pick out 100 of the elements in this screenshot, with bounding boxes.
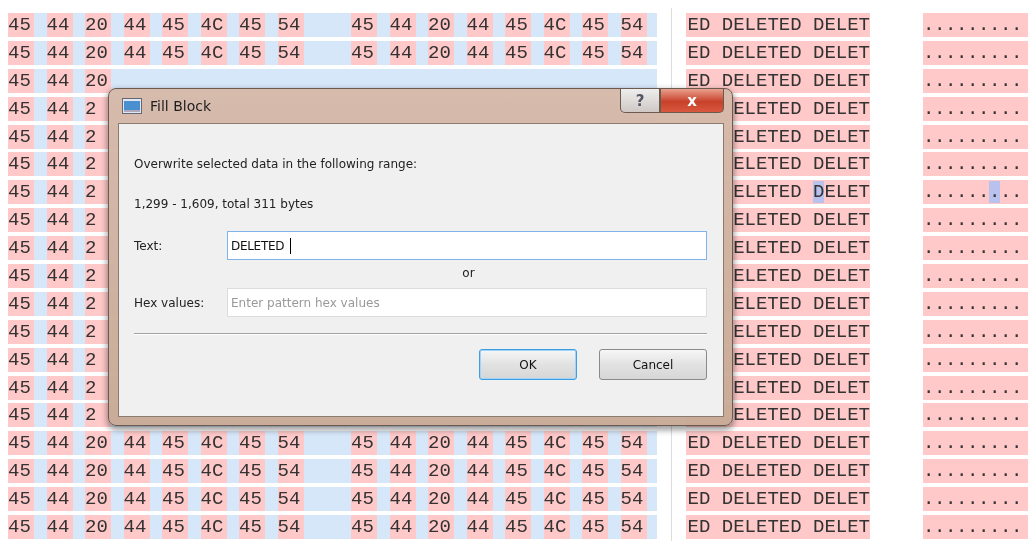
hex-byte: 44 [389,13,416,37]
hex-byte: 4C [200,431,227,456]
description-text: Overwrite selected data in the following range: [134,156,419,172]
hex-byte: 45 [505,459,531,484]
hex-byte: 45 [351,459,377,484]
ascii-column-cell: ......... [923,13,1028,37]
hex-byte: 45 [351,487,377,512]
range-text: 1,299 - 1,609, total 311 bytes [134,196,315,212]
hex-byte: 44 [46,40,73,65]
hex-byte: 4C [200,40,227,65]
hex-byte: 44 [46,291,73,316]
hex-byte: 45 [239,40,265,65]
or-text: or [462,266,475,280]
hex-byte: 44 [46,264,73,288]
hex-byte: 45 [162,487,188,512]
hex-byte: 20 [85,13,111,37]
hex-byte: 2 [85,264,111,288]
hex-byte: 20 [428,487,454,512]
hex-byte: 45 [8,208,34,233]
hex-byte: 44 [46,236,73,261]
hex-byte: 2 [85,403,111,428]
hex-byte: 45 [8,180,34,205]
ascii-column-cell: ......... [923,264,1028,288]
hex-byte: 44 [46,487,73,512]
hex-byte: 4C [200,487,227,512]
hex-byte: 45 [8,291,34,316]
hex-byte: 45 [8,124,34,149]
hex-values-field[interactable]: Enter pattern hex values [227,288,707,317]
hex-byte: 44 [46,403,73,428]
text-input-field[interactable]: DELETED [227,231,707,260]
hex-byte: 4C [543,487,570,512]
hex-byte: 20 [85,459,111,484]
ascii-column-cell: ......... [923,152,1028,177]
hex-byte: 45 [8,347,34,372]
hex-byte: 20 [428,40,454,65]
hex-byte: 45 [351,431,377,456]
ascii-column-cell: ......... [923,319,1028,344]
hex-byte: 45 [239,515,265,540]
hex-byte: 45 [351,13,377,37]
ascii-column-cell: ......... [923,96,1028,121]
hex-byte: 20 [428,13,454,37]
cancel-button[interactable]: Cancel [599,349,707,380]
hex-byte: 2 [85,180,111,205]
hex-byte: 4C [200,459,227,484]
hex-byte: 20 [85,515,111,540]
hex-byte: 45 [8,487,34,512]
ok-button[interactable]: OK [479,349,577,380]
help-button[interactable]: ? [620,89,660,113]
hex-byte: 44 [389,515,416,540]
hex-byte: 45 [8,96,34,121]
ascii-column-cell: ......... [923,40,1028,65]
ascii-column-cell: ......... [923,431,1028,456]
hex-byte: 54 [620,40,647,65]
text-column-cell: ED DELETED DELET [686,68,870,93]
hex-byte: 44 [389,459,416,484]
hex-byte: 45 [8,431,34,456]
hex-byte: 44 [466,515,493,540]
hex-byte: 45 [8,459,34,484]
hex-byte: 4C [543,40,570,65]
hex-byte: 45 [505,487,531,512]
hex-byte: 20 [85,68,111,93]
ascii-column-cell: ......... [923,487,1028,512]
hex-byte: 44 [46,375,73,400]
hex-byte: 54 [620,459,647,484]
hex-byte: 54 [277,515,304,540]
hex-byte: 2 [85,375,111,400]
ascii-column-cell: ......... [923,515,1028,540]
hex-byte: 44 [46,152,73,177]
hex-byte: 54 [620,515,647,540]
hex-byte: 45 [351,515,377,540]
hex-byte: 44 [123,487,150,512]
hex-byte: 45 [162,13,188,37]
hex-byte: 20 [428,515,454,540]
ascii-column-cell: ......... [923,459,1028,484]
hex-byte: 20 [85,431,111,456]
hex-byte: 44 [466,459,493,484]
hex-byte: 2 [85,347,111,372]
ascii-column-cell: ......... [923,375,1028,400]
hex-byte: 45 [8,68,34,93]
hex-byte: 4C [543,431,570,456]
hex-byte: 44 [46,180,73,205]
hex-byte: 20 [428,459,454,484]
hex-byte: 45 [8,152,34,177]
text-column-cell: ED DELETED DELET [686,13,870,37]
hex-byte: 2 [85,291,111,316]
ascii-column-cell: ......... [923,236,1028,261]
close-button[interactable]: x [660,89,724,113]
hex-byte: 4C [543,459,570,484]
hex-byte: 45 [8,40,34,65]
hex-byte: 45 [8,375,34,400]
hex-byte: 54 [277,40,304,65]
hex-byte: 44 [46,124,73,149]
hex-byte: 44 [46,459,73,484]
ascii-column-cell: ......... [923,403,1028,428]
hex-byte: 20 [85,40,111,65]
hex-byte: 2 [85,96,111,121]
hex-byte: 45 [162,459,188,484]
hex-byte: 45 [239,487,265,512]
hex-values-label: Hex values: [134,295,206,310]
hex-byte: 44 [46,515,73,540]
